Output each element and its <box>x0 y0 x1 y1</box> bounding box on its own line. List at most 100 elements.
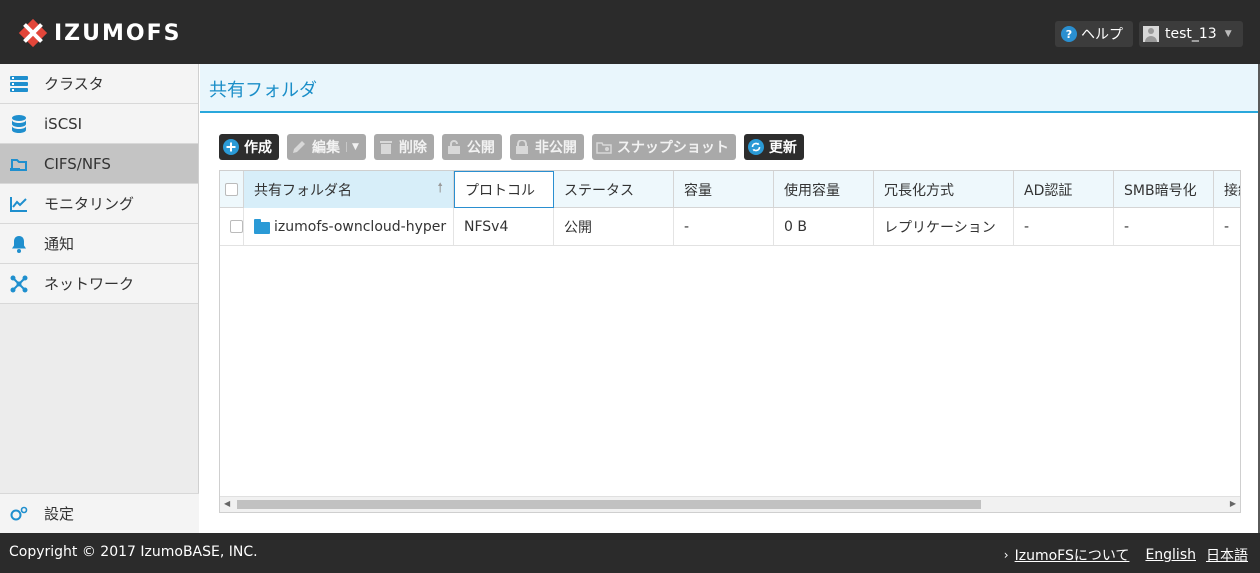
column-header-label: ステータス <box>564 182 634 199</box>
column-header-label: SMB暗号化 <box>1124 182 1197 199</box>
column-header-status[interactable]: ステータス <box>554 171 674 208</box>
cell-text: - <box>1124 218 1130 235</box>
logo-mark-icon <box>18 18 48 48</box>
user-name: test_13 <box>1165 26 1217 42</box>
refresh-button[interactable]: 更新 <box>743 134 804 160</box>
shared-folder-grid: 共有フォルダ名 🠕 プロトコル ステータス 容量 使用容量 冗長化方式 AD認証… <box>219 170 1241 513</box>
chevron-down-icon[interactable]: ▼ <box>346 142 359 152</box>
logo-text: IZUMOFS <box>54 20 182 46</box>
column-header-smb-encryption[interactable]: SMB暗号化 <box>1114 171 1214 208</box>
help-button[interactable]: ? ヘルプ <box>1055 21 1133 47</box>
toolbar: 作成 編集 ▼ 削除 公開 非公開 スナップショット 更新 <box>219 134 812 160</box>
sidebar: クラスタ iSCSI CIFS/NFS モニタリング 通知 ネットワーク 設定 <box>0 64 199 533</box>
column-header-used-capacity[interactable]: 使用容量 <box>774 171 874 208</box>
column-header-label: 共有フォルダ名 <box>254 182 352 199</box>
cell-capacity: - <box>674 208 774 245</box>
refresh-label: 更新 <box>768 140 797 156</box>
column-header-label: 使用容量 <box>784 182 840 199</box>
cell-text: - <box>1224 218 1230 235</box>
cell-smb-encryption: - <box>1114 208 1214 245</box>
sidebar-item-network[interactable]: ネットワーク <box>0 264 198 304</box>
column-header-ad-auth[interactable]: AD認証 <box>1014 171 1114 208</box>
scrollbar-thumb[interactable] <box>237 500 981 509</box>
unlock-icon <box>446 139 462 155</box>
page-title-bar: 共有フォルダ <box>200 64 1260 113</box>
column-header-connection[interactable]: 接続 <box>1214 171 1240 208</box>
cell-used-capacity: 0 B <box>774 208 874 245</box>
column-header-label: 冗長化方式 <box>884 182 954 199</box>
column-header-redundancy[interactable]: 冗長化方式 <box>874 171 1014 208</box>
sidebar-item-label: 通知 <box>44 235 75 253</box>
grid-header-row: 共有フォルダ名 🠕 プロトコル ステータス 容量 使用容量 冗長化方式 AD認証… <box>220 171 1240 208</box>
sidebar-item-iscsi[interactable]: iSCSI <box>0 104 198 144</box>
english-link[interactable]: English <box>1145 547 1196 563</box>
help-label: ヘルプ <box>1081 27 1123 43</box>
user-avatar-icon <box>1143 26 1159 42</box>
column-header-label: AD認証 <box>1024 182 1073 199</box>
scroll-left-icon[interactable]: ◀ <box>224 499 230 508</box>
column-header-label: プロトコル <box>465 182 535 199</box>
column-header-label: 容量 <box>684 182 712 199</box>
cell-text: - <box>684 218 690 235</box>
sidebar-item-notification[interactable]: 通知 <box>0 224 198 264</box>
cell-protocol: NFSv4 <box>454 208 554 245</box>
snapshot-button[interactable]: スナップショット <box>591 134 736 160</box>
unpublish-label: 非公開 <box>534 140 577 156</box>
cell-text: NFSv4 <box>464 218 509 235</box>
column-header-label: 接続 <box>1224 182 1240 199</box>
row-checkbox[interactable] <box>230 220 243 233</box>
izumofs-logo[interactable]: IZUMOFS <box>18 18 181 48</box>
sidebar-item-label: モニタリング <box>44 195 135 213</box>
help-icon: ? <box>1061 26 1077 42</box>
table-row[interactable]: izumofs-owncloud-hyper NFSv4 公開 - 0 B レプ… <box>220 208 1240 246</box>
server-stack-icon <box>10 75 28 93</box>
sidebar-item-cifs-nfs[interactable]: CIFS/NFS <box>0 144 198 184</box>
row-checkbox-cell[interactable] <box>220 208 244 245</box>
user-menu-button[interactable]: test_13 ▼ <box>1139 21 1243 47</box>
edit-button[interactable]: 編集 ▼ <box>287 134 366 160</box>
cell-folder-name: izumofs-owncloud-hyper <box>244 208 454 245</box>
delete-button[interactable]: 削除 <box>373 134 434 160</box>
sidebar-item-monitoring[interactable]: モニタリング <box>0 184 198 224</box>
cell-redundancy: レプリケーション <box>874 208 1014 245</box>
select-all-checkbox[interactable] <box>225 183 238 196</box>
sidebar-item-cluster[interactable]: クラスタ <box>0 64 198 104</box>
unpublish-button[interactable]: 非公開 <box>509 134 584 160</box>
sidebar-item-label: ネットワーク <box>44 275 135 293</box>
pencil-icon <box>291 139 307 155</box>
copyright-text: Copyright © 2017 IzumoBASE, INC. <box>9 544 258 560</box>
column-header-folder-name[interactable]: 共有フォルダ名 🠕 <box>244 171 454 208</box>
scroll-right-icon[interactable]: ▶ <box>1230 499 1236 508</box>
footer-links: › IzumoFSについて English 日本語 <box>1004 545 1248 565</box>
cell-text: - <box>1024 218 1030 235</box>
sidebar-item-settings[interactable]: 設定 <box>0 493 199 533</box>
create-button[interactable]: 作成 <box>219 134 279 160</box>
select-all-checkbox-cell[interactable] <box>220 171 244 208</box>
footer: Copyright © 2017 IzumoBASE, INC. › Izumo… <box>0 533 1260 573</box>
horizontal-scrollbar[interactable]: ◀ ▶ <box>220 496 1240 512</box>
cell-text: レプリケーション <box>884 219 996 236</box>
snapshot-label: スナップショット <box>616 140 729 156</box>
refresh-icon <box>747 139 764 155</box>
japanese-link[interactable]: 日本語 <box>1206 545 1248 565</box>
chart-line-icon <box>10 195 28 213</box>
sidebar-item-label: クラスタ <box>44 75 104 93</box>
chevron-right-icon: › <box>1003 548 1009 562</box>
column-header-protocol[interactable]: プロトコル <box>454 171 554 208</box>
lock-icon <box>514 139 530 155</box>
database-icon <box>10 114 28 133</box>
cell-ad-auth: - <box>1014 208 1114 245</box>
cell-text: izumofs-owncloud-hyper <box>274 218 447 235</box>
about-link[interactable]: IzumoFSについて <box>1015 545 1130 565</box>
chevron-down-icon: ▼ <box>1224 29 1232 39</box>
create-label: 作成 <box>244 140 272 156</box>
edit-label: 編集 <box>312 140 340 156</box>
column-header-capacity[interactable]: 容量 <box>674 171 774 208</box>
publish-button[interactable]: 公開 <box>441 134 502 160</box>
bell-icon <box>10 235 28 253</box>
gear-icon <box>10 505 28 523</box>
sidebar-item-label: iSCSI <box>44 114 83 133</box>
settings-label: 設定 <box>44 505 75 523</box>
sidebar-item-label: CIFS/NFS <box>44 154 111 173</box>
cell-connection: - <box>1214 208 1240 245</box>
